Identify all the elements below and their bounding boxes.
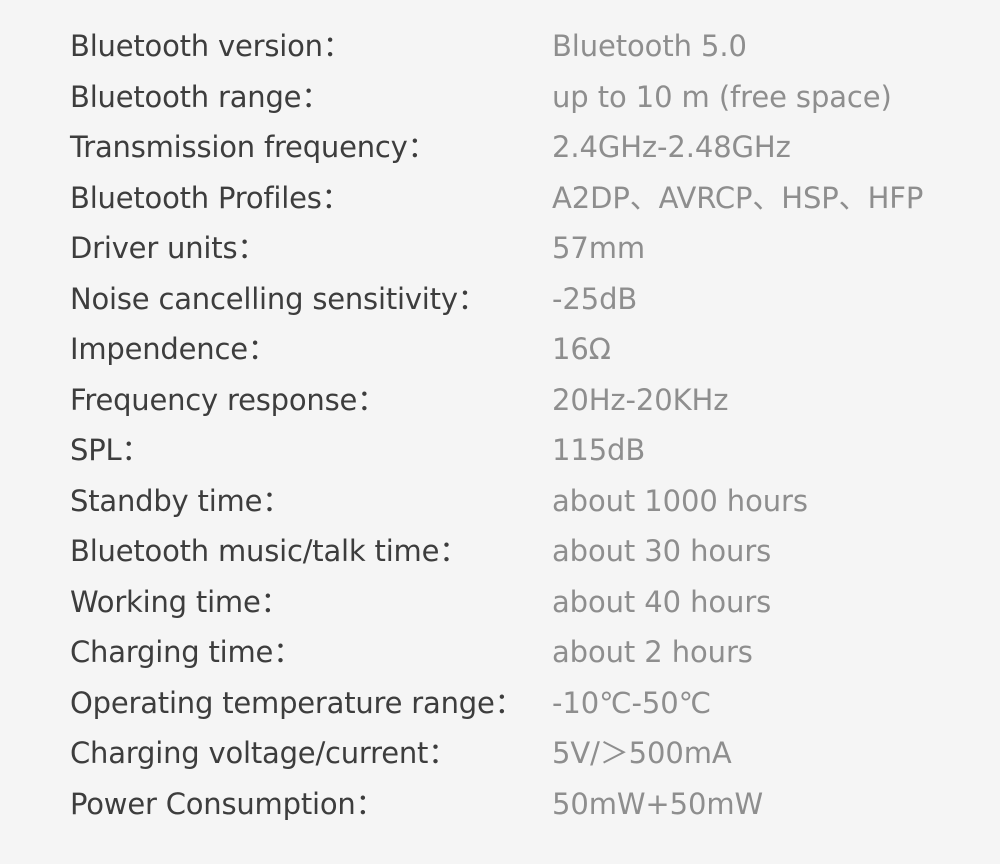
spec-row: Charging time： about 2 hours bbox=[0, 627, 1000, 678]
spec-value: -25dB bbox=[552, 281, 638, 316]
spec-value: A2DP、AVRCP、HSP、HFP bbox=[552, 180, 924, 215]
spec-value: about 30 hours bbox=[552, 534, 772, 568]
spec-value: -10℃-50℃ bbox=[552, 685, 712, 720]
spec-label: Charging voltage/current： bbox=[70, 736, 458, 770]
spec-row: Frequency response： 20Hz-20KHz bbox=[0, 375, 1000, 426]
spec-label: Bluetooth Profiles： bbox=[70, 180, 351, 215]
spec-value: 50mW+50mW bbox=[552, 786, 764, 821]
spec-value: 2.4GHz-2.48GHz bbox=[552, 130, 791, 164]
spec-label: Driver units： bbox=[70, 231, 267, 265]
spec-label: Bluetooth music/talk time： bbox=[70, 534, 469, 568]
spec-value: 57mm bbox=[552, 231, 646, 265]
spec-value: about 40 hours bbox=[552, 584, 772, 619]
spec-row: Bluetooth Profiles： A2DP、AVRCP、HSP、HFP bbox=[0, 173, 1000, 224]
spec-row: Power Consumption： 50mW+50mW bbox=[0, 779, 1000, 830]
specifications-table-body: Bluetooth version： Bluetooth 5.0 Bluetooth… bbox=[0, 21, 1000, 829]
spec-row: Impendence： 16Ω bbox=[0, 324, 1000, 375]
spec-value: 16Ω bbox=[552, 332, 611, 366]
spec-row: Working time： about 40 hours bbox=[0, 577, 1000, 628]
spec-row: Transmission frequency： 2.4GHz-2.48GHz bbox=[0, 122, 1000, 173]
spec-row: Charging voltage/current： 5V/＞500mA bbox=[0, 728, 1000, 779]
spec-value: 115dB bbox=[552, 433, 646, 467]
spec-label: Impendence： bbox=[70, 332, 277, 366]
spec-label: Noise cancelling sensitivity： bbox=[70, 281, 487, 316]
spec-value: 20Hz-20KHz bbox=[552, 382, 729, 417]
spec-row: Noise cancelling sensitivity： -25dB bbox=[0, 274, 1000, 325]
spec-row: Bluetooth range： up to 10 m (free space) bbox=[0, 72, 1000, 123]
spec-label: Working time： bbox=[70, 584, 290, 619]
spec-label: Power Consumption： bbox=[70, 786, 385, 821]
spec-row: Bluetooth version： Bluetooth 5.0 bbox=[0, 21, 1000, 72]
spec-label: Frequency response： bbox=[70, 382, 386, 417]
spec-row: Bluetooth music/talk time： about 30 hours bbox=[0, 526, 1000, 577]
spec-value: Bluetooth 5.0 bbox=[552, 29, 747, 63]
specifications-table: Bluetooth version： Bluetooth 5.0 Bluetooth… bbox=[0, 21, 1000, 829]
spec-row: Driver units： 57mm bbox=[0, 223, 1000, 274]
spec-label: Transmission frequency： bbox=[70, 130, 437, 164]
spec-row: Operating temperature range： -10℃-50℃ bbox=[0, 678, 1000, 729]
spec-label: Charging time： bbox=[70, 635, 303, 669]
spec-value: about 2 hours bbox=[552, 635, 753, 669]
spec-label: Bluetooth version： bbox=[70, 29, 352, 63]
spec-value: about 1000 hours bbox=[552, 483, 808, 518]
spec-label: Operating temperature range： bbox=[70, 685, 524, 720]
spec-label: Bluetooth range： bbox=[70, 79, 331, 114]
spec-row: SPL： 115dB bbox=[0, 425, 1000, 476]
spec-value: up to 10 m (free space) bbox=[552, 79, 892, 114]
spec-label: SPL： bbox=[70, 433, 151, 467]
spec-label: Standby time： bbox=[70, 483, 292, 518]
spec-row: Standby time： about 1000 hours bbox=[0, 476, 1000, 527]
spec-value: 5V/＞500mA bbox=[552, 736, 732, 770]
specifications-sheet: Bluetooth version： Bluetooth 5.0 Bluetooth… bbox=[0, 0, 1000, 864]
